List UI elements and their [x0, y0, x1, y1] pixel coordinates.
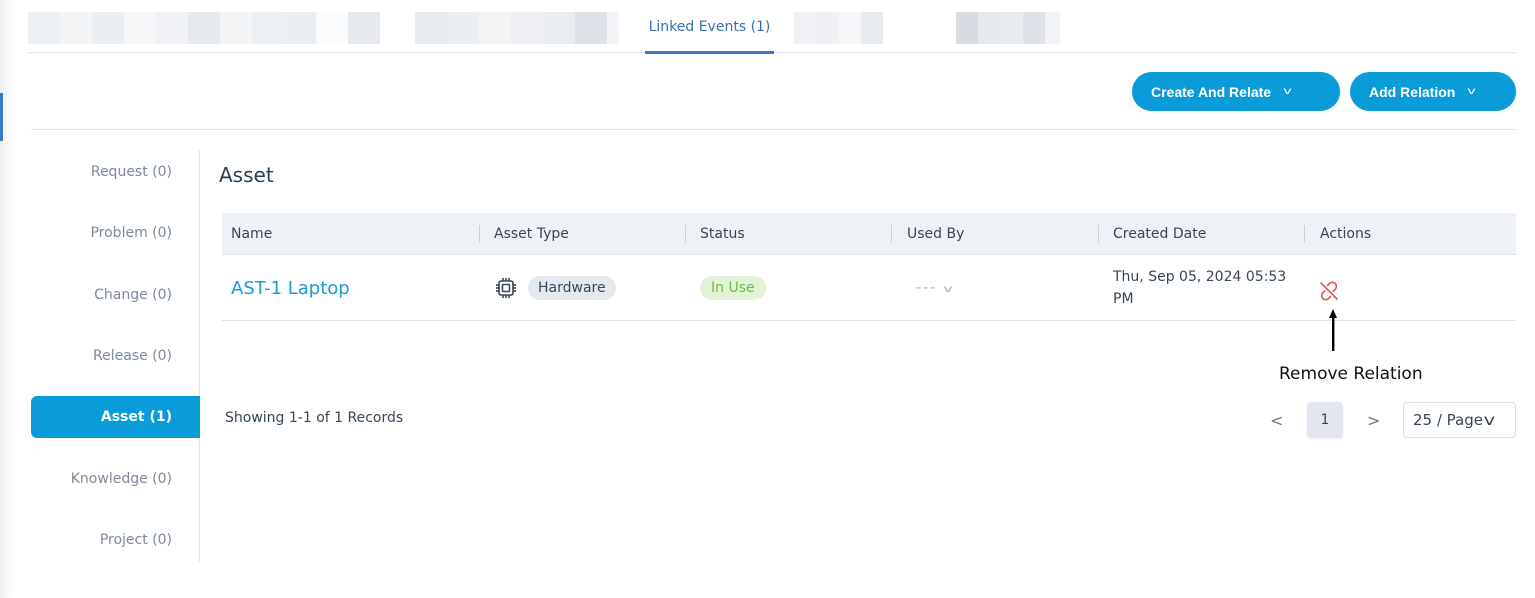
prev-page-button[interactable]: < [1270, 411, 1283, 430]
annotation-arrow-icon [1329, 309, 1337, 351]
column-header-status[interactable]: Status [691, 213, 745, 255]
chevron-down-icon: v [943, 284, 953, 295]
annotation-label: Remove Relation [1279, 364, 1423, 384]
chevron-down-icon: v [1467, 86, 1476, 97]
status-badge: In Use [700, 276, 766, 300]
add-relation-button[interactable]: Add Relation v [1350, 72, 1516, 111]
nav-item-request[interactable]: Request (0) [31, 151, 200, 193]
used-by-dropdown[interactable]: --- v [916, 255, 953, 321]
next-page-button[interactable]: > [1367, 411, 1380, 430]
asset-table: Name Asset Type Status Used By Created D… [222, 213, 1516, 321]
nav-item-knowledge[interactable]: Knowledge (0) [31, 458, 200, 500]
tab-bar: Linked Events (1) [28, 0, 1516, 54]
nav-item-asset[interactable]: Asset (1) [31, 396, 200, 438]
column-separator[interactable] [685, 225, 686, 243]
asset-type-chip: Hardware [528, 276, 616, 300]
table-row: AST-1 Laptop Hardware In Use ---v Thu, [222, 255, 1516, 321]
column-header-created-date[interactable]: Created Date [1104, 213, 1206, 255]
nav-item-change[interactable]: Change (0) [31, 274, 200, 316]
left-edge-marker [0, 93, 3, 141]
nav-item-release[interactable]: Release (0) [31, 335, 200, 377]
asset-name-link[interactable]: AST-1 Laptop [231, 278, 350, 299]
used-by-value: --- [916, 280, 938, 296]
page-size-value: 25 / Page [1413, 411, 1483, 429]
tab-linked-events[interactable]: Linked Events (1) [645, 0, 774, 54]
tab-redacted-3[interactable] [794, 12, 883, 44]
tab-redacted-2[interactable] [415, 12, 619, 44]
divider [31, 129, 1516, 130]
table-header: Name Asset Type Status Used By Created D… [222, 213, 1516, 255]
column-header-used-by[interactable]: Used By [898, 213, 964, 255]
page-1-button[interactable]: 1 [1307, 402, 1343, 438]
nav-item-problem[interactable]: Problem (0) [31, 212, 200, 254]
column-header-name[interactable]: Name [222, 213, 272, 255]
column-separator[interactable] [1304, 225, 1305, 243]
left-edge-shadow [0, 0, 14, 598]
records-summary: Showing 1-1 of 1 Records [225, 410, 404, 426]
tab-redacted-1[interactable] [28, 12, 380, 44]
chevron-down-icon: v [1283, 86, 1292, 97]
create-and-relate-label: Create And Relate [1151, 83, 1272, 100]
unlink-icon[interactable] [1317, 279, 1341, 303]
relation-type-nav: Request (0) Problem (0) Change (0) Relea… [31, 150, 200, 562]
column-separator[interactable] [479, 225, 480, 243]
page-size-select[interactable]: 25 / Pagev [1403, 402, 1516, 438]
tab-redacted-4[interactable] [956, 12, 1060, 44]
chip-icon [494, 276, 518, 300]
nav-item-project[interactable]: Project (0) [31, 519, 200, 561]
section-title: Asset [219, 163, 274, 187]
column-header-asset-type[interactable]: Asset Type [485, 213, 569, 255]
created-date: Thu, Sep 05, 2024 05:53 PM [1113, 269, 1287, 307]
column-separator[interactable] [1098, 225, 1099, 243]
create-and-relate-button[interactable]: Create And Relate v [1132, 72, 1340, 111]
column-separator[interactable] [891, 225, 892, 243]
column-header-actions: Actions [1320, 226, 1372, 242]
chevron-down-icon: v [1483, 411, 1496, 429]
add-relation-label: Add Relation [1369, 83, 1456, 100]
